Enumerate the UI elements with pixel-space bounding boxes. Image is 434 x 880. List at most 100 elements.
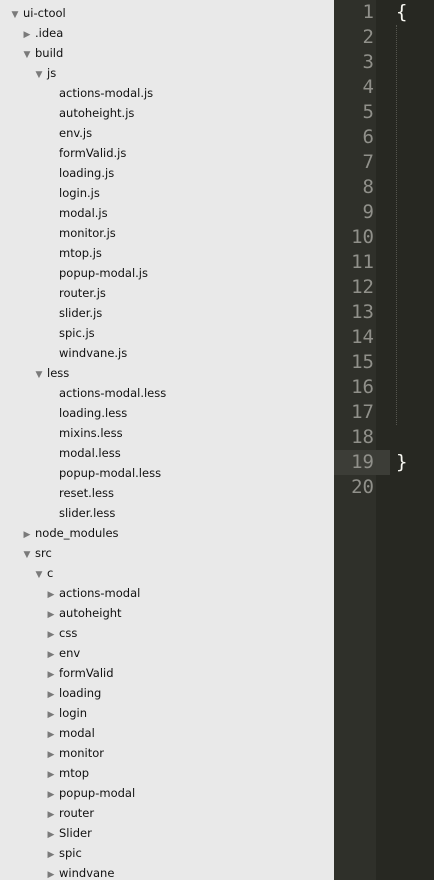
editor-line[interactable]: 10 — [334, 225, 434, 250]
editor-line[interactable]: 16 — [334, 375, 434, 400]
disclosure-collapsed-icon[interactable]: ▶ — [45, 865, 57, 880]
tree-item-label: spic.js — [59, 326, 95, 340]
editor-line[interactable]: 20 — [334, 475, 434, 500]
file-item[interactable]: popup-modal.js — [0, 263, 334, 283]
folder-item[interactable]: ▼ ui-ctool — [0, 3, 334, 23]
folder-item[interactable]: ▶ Slider — [0, 823, 334, 843]
file-item[interactable]: autoheight.js — [0, 103, 334, 123]
disclosure-expanded-icon[interactable]: ▼ — [21, 45, 33, 65]
folder-item[interactable]: ▶ formValid — [0, 663, 334, 683]
editor[interactable]: 1{2 3 4 5 6 7 8 9 10 11 12 13 14 15 16 17 18 19} 20 — [334, 0, 434, 880]
folder-item[interactable]: ▶ autoheight — [0, 603, 334, 623]
file-item[interactable]: actions-modal.js — [0, 83, 334, 103]
folder-item[interactable]: ▼ less — [0, 363, 334, 383]
folder-item[interactable]: ▶ .idea — [0, 23, 334, 43]
disclosure-collapsed-icon[interactable]: ▶ — [45, 585, 57, 605]
file-item[interactable]: monitor.js — [0, 223, 334, 243]
line-number: 18 — [351, 426, 374, 448]
disclosure-collapsed-icon[interactable]: ▶ — [45, 805, 57, 825]
line-number: 11 — [351, 251, 374, 273]
file-item[interactable]: windvane.js — [0, 343, 334, 363]
editor-line[interactable]: 18 — [334, 425, 434, 450]
file-item[interactable]: mixins.less — [0, 423, 334, 443]
editor-line[interactable]: 7 — [334, 150, 434, 175]
disclosure-expanded-icon[interactable]: ▼ — [21, 545, 33, 565]
file-item[interactable]: loading.js — [0, 163, 334, 183]
disclosure-expanded-icon[interactable]: ▼ — [33, 365, 45, 385]
editor-line[interactable]: 2 — [334, 25, 434, 50]
editor-line[interactable]: 3 — [334, 50, 434, 75]
editor-line[interactable]: 8 — [334, 175, 434, 200]
tree-item-label: login.js — [59, 186, 100, 200]
file-item[interactable]: spic.js — [0, 323, 334, 343]
disclosure-collapsed-icon[interactable]: ▶ — [21, 25, 33, 45]
file-item[interactable]: reset.less — [0, 483, 334, 503]
line-number: 7 — [362, 151, 374, 173]
file-item[interactable]: env.js — [0, 123, 334, 143]
disclosure-collapsed-icon[interactable]: ▶ — [45, 745, 57, 765]
line-number: 19 — [351, 451, 374, 473]
folder-item[interactable]: ▶ node_modules — [0, 523, 334, 543]
disclosure-collapsed-icon[interactable]: ▶ — [45, 685, 57, 705]
folder-item[interactable]: ▼ build — [0, 43, 334, 63]
editor-line[interactable]: 13 — [334, 300, 434, 325]
tree-item-label: loading — [59, 686, 102, 700]
editor-line[interactable]: 6 — [334, 125, 434, 150]
folder-item[interactable]: ▶ loading — [0, 683, 334, 703]
line-code: { — [396, 1, 408, 23]
file-item[interactable]: mtop.js — [0, 243, 334, 263]
editor-line[interactable]: 11 — [334, 250, 434, 275]
folder-item[interactable]: ▼ js — [0, 63, 334, 83]
disclosure-collapsed-icon[interactable]: ▶ — [45, 625, 57, 645]
disclosure-expanded-icon[interactable]: ▼ — [9, 5, 21, 25]
folder-item[interactable]: ▶ mtop — [0, 763, 334, 783]
disclosure-collapsed-icon[interactable]: ▶ — [45, 705, 57, 725]
folder-item[interactable]: ▶ env — [0, 643, 334, 663]
folder-item[interactable]: ▶ router — [0, 803, 334, 823]
folder-item[interactable]: ▶ monitor — [0, 743, 334, 763]
file-item[interactable]: formValid.js — [0, 143, 334, 163]
folder-item[interactable]: ▼ c — [0, 563, 334, 583]
editor-line[interactable]: 1{ — [334, 0, 434, 25]
file-item[interactable]: modal.less — [0, 443, 334, 463]
tree-item-label: monitor — [59, 746, 104, 760]
folder-item[interactable]: ▶ spic — [0, 843, 334, 863]
file-item[interactable]: slider.js — [0, 303, 334, 323]
disclosure-collapsed-icon[interactable]: ▶ — [45, 845, 57, 865]
folder-item[interactable]: ▶ popup-modal — [0, 783, 334, 803]
editor-line[interactable]: 5 — [334, 100, 434, 125]
disclosure-collapsed-icon[interactable]: ▶ — [45, 665, 57, 685]
tree-item-label: windvane — [59, 866, 115, 880]
editor-line[interactable]: 12 — [334, 275, 434, 300]
disclosure-collapsed-icon[interactable]: ▶ — [45, 725, 57, 745]
disclosure-expanded-icon[interactable]: ▼ — [33, 65, 45, 85]
file-item[interactable]: modal.js — [0, 203, 334, 223]
folder-item[interactable]: ▶ css — [0, 623, 334, 643]
folder-item[interactable]: ▶ actions-modal — [0, 583, 334, 603]
file-item[interactable]: router.js — [0, 283, 334, 303]
disclosure-collapsed-icon[interactable]: ▶ — [45, 645, 57, 665]
line-number: 13 — [351, 301, 374, 323]
folder-item[interactable]: ▶ modal — [0, 723, 334, 743]
editor-line[interactable]: 19} — [334, 450, 434, 475]
folder-item[interactable]: ▼ src — [0, 543, 334, 563]
editor-line[interactable]: 15 — [334, 350, 434, 375]
file-item[interactable]: slider.less — [0, 503, 334, 523]
line-number: 15 — [351, 351, 374, 373]
disclosure-expanded-icon[interactable]: ▼ — [33, 565, 45, 585]
disclosure-collapsed-icon[interactable]: ▶ — [45, 765, 57, 785]
editor-line[interactable]: 17 — [334, 400, 434, 425]
folder-item[interactable]: ▶ windvane — [0, 863, 334, 880]
disclosure-collapsed-icon[interactable]: ▶ — [45, 825, 57, 845]
editor-line[interactable]: 14 — [334, 325, 434, 350]
disclosure-collapsed-icon[interactable]: ▶ — [45, 605, 57, 625]
folder-item[interactable]: ▶ login — [0, 703, 334, 723]
file-item[interactable]: popup-modal.less — [0, 463, 334, 483]
file-item[interactable]: login.js — [0, 183, 334, 203]
disclosure-collapsed-icon[interactable]: ▶ — [45, 785, 57, 805]
editor-line[interactable]: 4 — [334, 75, 434, 100]
file-item[interactable]: loading.less — [0, 403, 334, 423]
file-item[interactable]: actions-modal.less — [0, 383, 334, 403]
disclosure-collapsed-icon[interactable]: ▶ — [21, 525, 33, 545]
editor-line[interactable]: 9 — [334, 200, 434, 225]
